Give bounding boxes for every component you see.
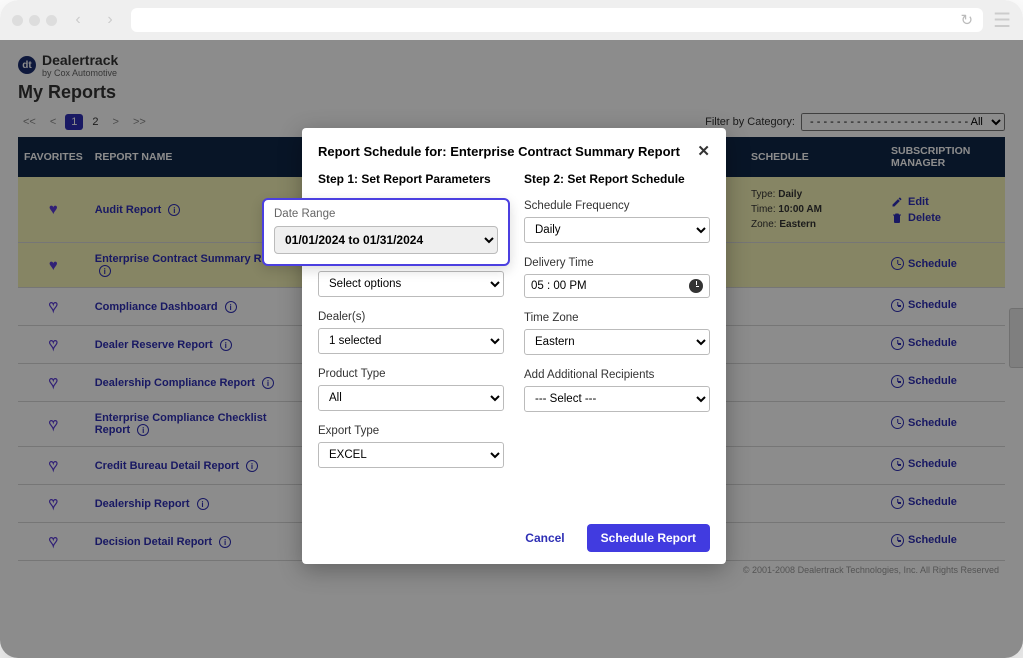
frequency-select[interactable]: Daily: [524, 217, 710, 243]
browser-chrome-bar: ‹ › ↻ ☰: [0, 0, 1023, 40]
delivery-time-input[interactable]: 05 : 00 PM: [524, 274, 710, 298]
close-icon[interactable]: ✕: [697, 142, 710, 160]
address-bar[interactable]: ↻: [131, 8, 983, 32]
recipients-label: Add Additional Recipients: [524, 369, 710, 381]
date-range-select[interactable]: 01/01/2024 to 01/31/2024: [274, 226, 498, 254]
export-type-label: Export Type: [318, 425, 504, 437]
date-range-label: Date Range: [274, 208, 498, 220]
schedule-modal: Report Schedule for: Enterprise Contract…: [302, 128, 726, 564]
refresh-icon[interactable]: ↻: [960, 11, 973, 29]
maximize-window-icon[interactable]: [46, 15, 57, 26]
timezone-label: Time Zone: [524, 312, 710, 324]
recipients-select[interactable]: --- Select ---: [524, 386, 710, 412]
cancel-button[interactable]: Cancel: [513, 524, 576, 552]
timezone-select[interactable]: Eastern: [524, 329, 710, 355]
browser-window: ‹ › ↻ ☰ dt Dealertrack by Cox Automotive…: [0, 0, 1023, 658]
product-type-select[interactable]: All: [318, 385, 504, 411]
dealers-select[interactable]: 1 selected: [318, 328, 504, 354]
step2-heading: Step 2: Set Report Schedule: [524, 172, 710, 186]
step1-heading: Step 1: Set Report Parameters: [318, 172, 504, 186]
delivery-time-label: Delivery Time: [524, 257, 710, 269]
frequency-label: Schedule Frequency: [524, 200, 710, 212]
date-range-popout: Date Range 01/01/2024 to 01/31/2024: [262, 198, 510, 266]
traffic-lights: [12, 15, 57, 26]
export-type-select[interactable]: EXCEL: [318, 442, 504, 468]
minimize-window-icon[interactable]: [29, 15, 40, 26]
back-button[interactable]: ‹: [67, 9, 89, 31]
forward-button[interactable]: ›: [99, 9, 121, 31]
product-type-label: Product Type: [318, 368, 504, 380]
dealers-label: Dealer(s): [318, 311, 504, 323]
clock-icon: [689, 279, 703, 293]
schedule-report-button[interactable]: Schedule Report: [587, 524, 710, 552]
modal-title: Report Schedule for: Enterprise Contract…: [318, 144, 680, 159]
close-window-icon[interactable]: [12, 15, 23, 26]
dealer-hierarchy-select[interactable]: Select options: [318, 271, 504, 297]
menu-icon[interactable]: ☰: [993, 8, 1011, 33]
